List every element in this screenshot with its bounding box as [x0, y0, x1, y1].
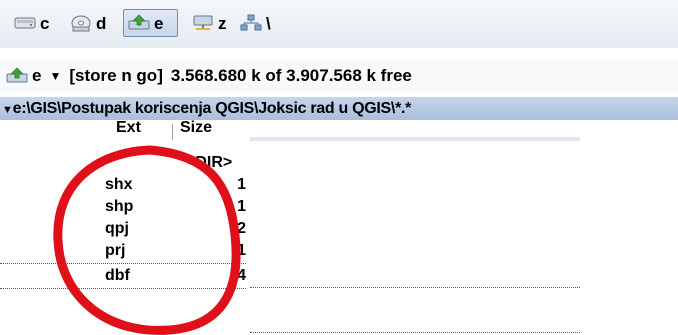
- current-path: e:\GIS\Postupak koriscenja QGIS\Joksic r…: [12, 100, 412, 117]
- network-drive-icon: [193, 15, 213, 30]
- volume-label: [store n go]: [69, 66, 163, 85]
- size-cell: 1: [237, 198, 246, 215]
- drive-button-d-label: d: [96, 13, 107, 33]
- network-neighborhood-icon: [240, 14, 262, 31]
- usb-drive-icon: [6, 67, 28, 83]
- size-cell: 4: [237, 267, 246, 284]
- drive-toolbar: c d e z \: [0, 0, 678, 48]
- drive-button-c-label: c: [40, 13, 50, 33]
- row-focus-line: [0, 263, 246, 264]
- table-row[interactable]: dbf 4: [0, 265, 678, 287]
- drive-icon: [14, 17, 36, 29]
- ext-cell: prj: [105, 242, 126, 259]
- drive-button-d[interactable]: d: [66, 9, 110, 37]
- row-focus-line: [0, 288, 246, 289]
- ext-cell: shx: [105, 176, 133, 193]
- size-cell: 1: [237, 176, 246, 193]
- drive-button-network[interactable]: \: [236, 9, 275, 37]
- size-cell: 2: [237, 220, 246, 237]
- ext-cell: qpj: [105, 220, 129, 237]
- table-row[interactable]: shp 1: [0, 196, 678, 218]
- header-underline: [250, 137, 580, 141]
- usb-drive-icon: [128, 14, 150, 30]
- column-header-ext[interactable]: Ext: [116, 120, 141, 138]
- table-row[interactable]: prj 1: [0, 240, 678, 262]
- drive-selector-letter: e: [32, 66, 42, 85]
- table-row[interactable]: shx 1: [0, 174, 678, 196]
- drive-button-e[interactable]: e: [123, 9, 178, 37]
- size-cell: <DIR>: [186, 154, 233, 171]
- ext-cell: shp: [105, 198, 134, 215]
- drive-button-z[interactable]: z: [188, 9, 231, 37]
- ext-cell: dbf: [105, 267, 130, 284]
- drive-button-network-label: \: [266, 13, 271, 33]
- drive-button-z-label: z: [218, 13, 227, 33]
- drive-info-bar: e ▼ [store n go] 3.568.680 k of 3.907.56…: [0, 60, 678, 92]
- drive-button-e-label: e: [154, 13, 164, 33]
- column-separator[interactable]: [172, 124, 173, 140]
- row-focus-line: [250, 287, 580, 288]
- current-directory-bar[interactable]: ▼e:\GIS\Postupak koriscenja QGIS\Joksic …: [0, 97, 678, 120]
- cd-drive-icon: [71, 15, 91, 32]
- column-header-size[interactable]: Size: [180, 120, 212, 138]
- chevron-down-icon: ▼: [2, 104, 13, 116]
- table-row[interactable]: qpj 2: [0, 218, 678, 240]
- row-focus-line: [250, 332, 580, 333]
- drive-button-c[interactable]: c: [10, 9, 53, 37]
- chevron-down-icon: ▼: [49, 69, 62, 83]
- drive-selector[interactable]: e ▼: [0, 66, 69, 86]
- free-space-text: 3.568.680 k of 3.907.568 k free: [170, 66, 412, 85]
- size-cell: 1: [237, 242, 246, 259]
- table-row[interactable]: <DIR>: [0, 152, 678, 174]
